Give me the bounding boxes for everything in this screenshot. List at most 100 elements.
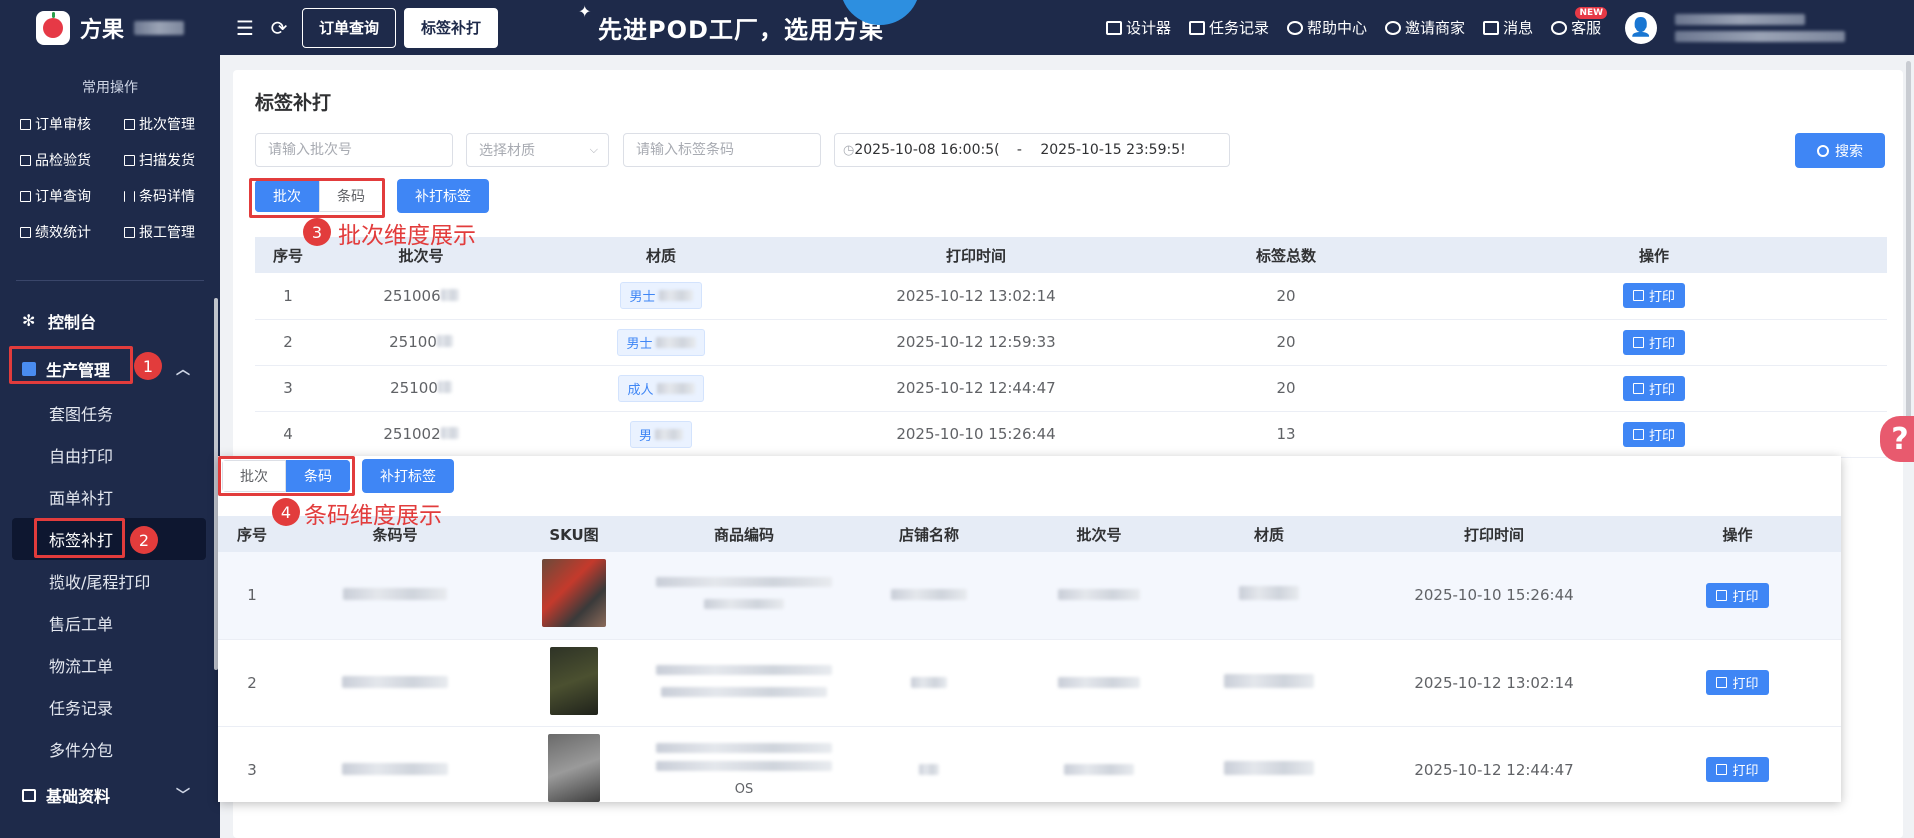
sidebar-item-task-record[interactable]: 任务记录 — [0, 686, 220, 728]
order-query-button[interactable]: 订单查询 — [302, 7, 397, 48]
reprint-label-button[interactable]: 补打标签 — [362, 459, 454, 493]
print-button[interactable]: 打印 — [1622, 329, 1685, 355]
print-icon — [1716, 589, 1728, 601]
col-print-time: 打印时间 — [801, 237, 1151, 273]
image-icon — [1106, 20, 1122, 35]
menu-icon[interactable]: ☰ — [234, 16, 256, 40]
message-link[interactable]: 消息 — [1483, 17, 1533, 38]
sidebar-item-logistics[interactable]: 物流工单 — [0, 644, 220, 686]
batch-table: 序号 批次号 材质 打印时间 标签总数 操作 1 251006 男士 2025-… — [255, 237, 1887, 458]
headset-icon — [1551, 20, 1568, 35]
col-label-count: 标签总数 — [1151, 237, 1421, 273]
new-badge: NEW — [1575, 7, 1608, 19]
print-icon — [1632, 336, 1644, 348]
material-tag: 男士 — [620, 282, 702, 310]
help-center-link[interactable]: 帮助中心 — [1287, 17, 1367, 38]
quick-work-report[interactable]: 报工管理 — [124, 222, 228, 242]
customer-service-link[interactable]: 客服 NEW — [1551, 7, 1608, 38]
help-icon — [1287, 20, 1304, 35]
invite-merchant-link[interactable]: 邀请商家 — [1385, 17, 1465, 38]
search-doc-icon — [20, 190, 31, 202]
sidebar-item-set-task[interactable]: 套图任务 — [0, 392, 220, 434]
designer-link[interactable]: 设计器 — [1106, 17, 1171, 38]
table-row: 2 2025-10-12 13:02:14 打印 — [218, 639, 1841, 727]
quick-performance[interactable]: 绩效统计 — [20, 222, 124, 242]
barcode-view-overlay: 批次 条码 补打标签 序号 条码号 SKU图 商品编码 店铺名称 批次号 材质 … — [218, 456, 1841, 802]
avatar-icon[interactable]: 👤 — [1625, 11, 1658, 44]
top-bar: 方果 ☰ ⟳ 订单查询 标签补打 先进POD工厂，选用方果 设计器 任务记录 帮… — [0, 0, 1914, 55]
print-button[interactable]: 打印 — [1622, 421, 1685, 447]
blurred-brand — [134, 20, 185, 35]
dashboard-icon: ✻ — [22, 311, 36, 330]
sidebar-item-pickup-print[interactable]: 揽收/尾程打印 — [0, 560, 220, 602]
material-tag: 男 — [629, 420, 692, 448]
material-select[interactable]: 选择材质 ⌵ — [466, 133, 609, 167]
highlight-box-4 — [218, 456, 355, 496]
barcode-input[interactable] — [623, 133, 821, 167]
quick-scan-ship[interactable]: 扫描发货 — [124, 150, 228, 170]
step-badge-1: 1 — [134, 352, 162, 380]
blurred-user-info — [1675, 30, 1846, 42]
report-icon — [124, 226, 135, 238]
quick-batch-manage[interactable]: 批次管理 — [124, 114, 228, 134]
sidebar-item-waybill-reprint[interactable]: 面单补打 — [0, 476, 220, 518]
chart-icon — [20, 226, 31, 238]
col-product-code: 商品编码 — [644, 516, 844, 552]
list-icon — [1189, 20, 1206, 35]
print-button[interactable]: 打印 — [1622, 375, 1685, 401]
highlight-box-1 — [9, 346, 133, 384]
tab-label-reprint[interactable]: 标签补打 — [404, 7, 499, 48]
quick-order-review[interactable]: 订单审核 — [20, 114, 124, 134]
batch-input-field[interactable] — [268, 142, 452, 158]
refresh-icon[interactable]: ⟳ — [268, 16, 290, 40]
col-sku-image: SKU图 — [504, 516, 644, 552]
material-tag: 男士 — [617, 328, 705, 356]
sku-thumbnail[interactable] — [548, 733, 600, 802]
print-button[interactable]: 打印 — [1706, 582, 1769, 608]
sidebar-item-dashboard[interactable]: ✻ 控制台 — [0, 298, 220, 344]
batch-input[interactable] — [255, 133, 453, 167]
col-print-time: 打印时间 — [1354, 516, 1634, 552]
print-button[interactable]: 打印 — [1706, 757, 1769, 782]
print-button[interactable]: 打印 — [1622, 283, 1685, 309]
table-row: 3 25100 成人 2025-10-12 12:44:47 20 打印 — [255, 365, 1887, 412]
quick-inspection[interactable]: 品检验货 — [20, 150, 124, 170]
table-row: 3 OS 2025-10-12 12:44:47 打印 — [218, 726, 1841, 802]
sidebar-item-free-print[interactable]: 自由打印 — [0, 434, 220, 476]
barcode-input-field[interactable] — [636, 142, 820, 158]
chevron-down-icon: ﹀ — [176, 788, 190, 804]
logo[interactable]: 方果 — [0, 0, 220, 55]
col-action: 操作 — [1634, 516, 1841, 552]
sidebar-item-base-data[interactable]: 基础资料 ﹀ — [0, 772, 220, 818]
quick-barcode-detail[interactable]: 条码详情 — [124, 186, 228, 206]
step-badge-4: 4 — [272, 498, 300, 526]
table-row: 2 25100 男士 2025-10-12 12:59:33 20 打印 — [255, 319, 1887, 366]
reprint-label-button[interactable]: 补打标签 — [397, 179, 489, 213]
barcode-table: 序号 条码号 SKU图 商品编码 店铺名称 批次号 材质 打印时间 操作 1 2… — [218, 516, 1841, 802]
print-icon — [1632, 290, 1644, 302]
step-badge-2: 2 — [130, 526, 158, 554]
sidebar-item-multi-package[interactable]: 多件分包 — [0, 728, 220, 770]
chevron-up-icon: ︿ — [176, 362, 190, 378]
blurred-user-name — [1675, 13, 1806, 25]
floating-help-icon[interactable]: ? — [1880, 416, 1914, 462]
date-range-picker[interactable]: ◷ 2025-10-08 16:00:5( - 2025-10-15 23:59… — [834, 133, 1230, 167]
sku-thumbnail[interactable] — [550, 646, 598, 715]
apple-logo-icon — [36, 10, 70, 45]
barcode-icon — [124, 190, 135, 202]
print-button[interactable]: 打印 — [1706, 670, 1769, 695]
page-title: 标签补打 — [255, 92, 332, 114]
task-record-link[interactable]: 任务记录 — [1189, 17, 1269, 38]
col-action: 操作 — [1421, 237, 1887, 273]
print-icon — [1632, 428, 1644, 440]
checkbox-icon — [20, 118, 31, 130]
sidebar-item-after-sales[interactable]: 售后工单 — [0, 602, 220, 644]
search-button[interactable]: 搜索 — [1795, 133, 1885, 168]
print-icon — [1632, 382, 1644, 394]
sku-thumbnail[interactable] — [542, 559, 606, 628]
database-icon — [22, 788, 36, 802]
col-material: 材质 — [521, 237, 801, 273]
table-row: 4 251002 男 2025-10-10 15:26:44 13 打印 — [255, 411, 1887, 458]
quick-order-query[interactable]: 订单查询 — [20, 186, 124, 206]
col-store-name: 店铺名称 — [844, 516, 1014, 552]
